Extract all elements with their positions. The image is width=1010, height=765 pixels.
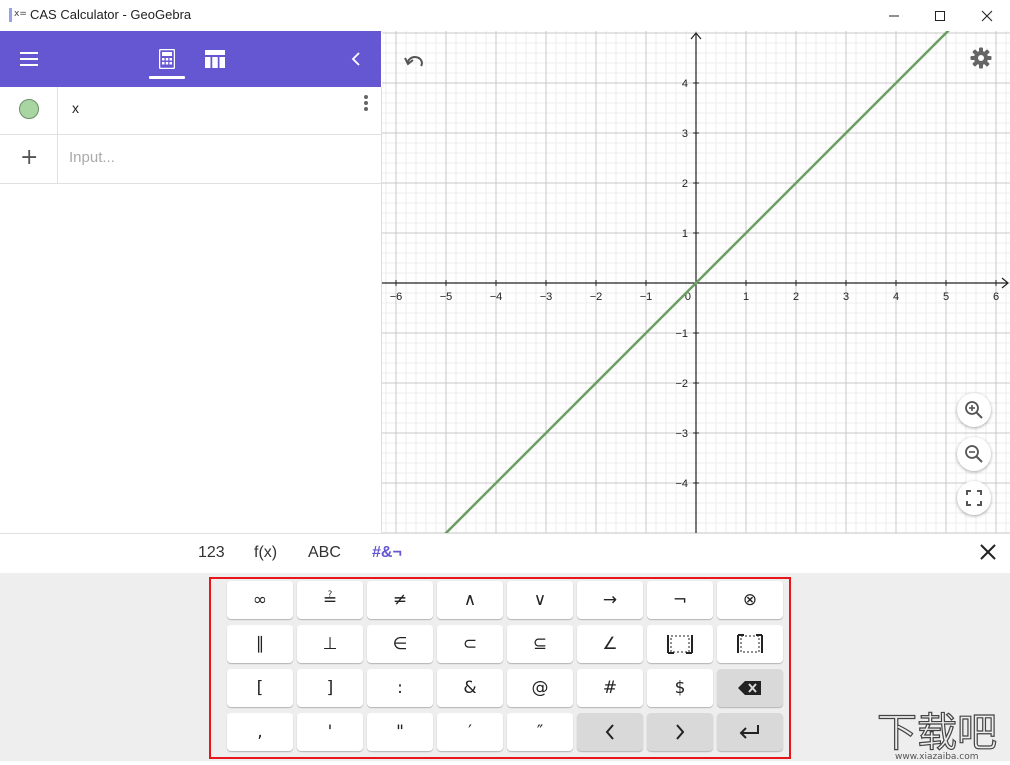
x-tick-label: 1 [743, 291, 749, 303]
keyboard-key[interactable]: " [367, 713, 433, 751]
chevron-left-icon[interactable] [351, 51, 361, 70]
keyboard-key[interactable]: : [367, 669, 433, 707]
input-field[interactable]: Input... [69, 149, 115, 166]
undo-icon[interactable] [397, 44, 431, 78]
y-tick-label: 3 [682, 128, 688, 140]
keyboard-key[interactable]: ⊥ [297, 625, 363, 663]
more-options-icon[interactable] [362, 93, 370, 113]
norm-bracket-key[interactable] [717, 625, 783, 663]
x-tick-label: 4 [893, 291, 899, 303]
tab-abc[interactable]: ABC [308, 544, 341, 562]
keyboard-key[interactable]: ′ [437, 713, 503, 751]
arrow-right-key[interactable] [647, 713, 713, 751]
calculator-icon[interactable] [158, 48, 176, 73]
keyboard-key[interactable]: ∈ [367, 625, 433, 663]
algebra-view: x + Input... [0, 87, 382, 533]
minimize-button[interactable] [871, 0, 917, 31]
window-title: CAS Calculator - GeoGebra [30, 7, 192, 22]
keyboard-key[interactable]: → [577, 581, 643, 619]
arrow-left-key[interactable] [577, 713, 643, 751]
x-tick-label: −6 [390, 291, 403, 303]
keyboard-key[interactable]: ∥ [227, 625, 293, 663]
zoom-out-icon[interactable] [957, 437, 991, 471]
keyboard-key[interactable]: @ [507, 669, 573, 707]
abs-bracket-key[interactable] [647, 625, 713, 663]
keyboard-key[interactable]: # [577, 669, 643, 707]
y-tick-label: 1 [682, 228, 688, 240]
x-tick-label: 2 [793, 291, 799, 303]
x-tick-label: −2 [590, 291, 603, 303]
x-tick-label: −5 [440, 291, 453, 303]
keyboard-key[interactable]: ⊗ [717, 581, 783, 619]
enter-key[interactable] [717, 713, 783, 751]
watermark-url: www.xiazaiba.com [895, 752, 979, 761]
keyboard-key[interactable]: ⊆ [507, 625, 573, 663]
graph-canvas[interactable]: −6 −5 −4 −3 −2 −1 0 1 2 3 4 5 64321−1−2−3−4 [382, 31, 1010, 533]
input-row[interactable]: + Input... [0, 135, 381, 184]
fullscreen-icon[interactable] [957, 481, 991, 515]
active-tab-indicator [149, 76, 185, 79]
x-tick-label: −4 [490, 291, 503, 303]
y-tick-label: −2 [675, 378, 688, 390]
close-window-button[interactable] [964, 0, 1010, 31]
x-tick-label: 3 [843, 291, 849, 303]
watermark-logo: 下载吧 www.xiazaiba.com [875, 700, 1010, 762]
x-tick-label: 5 [943, 291, 949, 303]
keyboard-key[interactable]: , [227, 713, 293, 751]
title-bar: x= CAS Calculator - GeoGebra [0, 0, 1010, 32]
zoom-in-icon[interactable] [957, 393, 991, 427]
watermark-logo-text: 下载吧 [877, 710, 997, 756]
keyboard-key[interactable]: ″ [507, 713, 573, 751]
keyboard-key[interactable]: ∠ [577, 625, 643, 663]
keyboard-key[interactable]: ¬ [647, 581, 713, 619]
keyboard-key[interactable]: ' [297, 713, 363, 751]
tab-symbols[interactable]: #&¬ [372, 544, 402, 562]
keyboard-key[interactable]: ≟ [297, 581, 363, 619]
keyboard-key[interactable]: ≠ [367, 581, 433, 619]
keyboard-key[interactable]: ∨ [507, 581, 573, 619]
tab-123[interactable]: 123 [198, 544, 225, 562]
visibility-toggle[interactable] [19, 99, 39, 119]
keyboard-key[interactable]: ∧ [437, 581, 503, 619]
virtual-keyboard: ∞ ≟ ≠ ∧ ∨ → ¬ ⊗ ∥ ⊥ ∈ ⊂ ⊆ ∠ []: & @ # $, ' " ′ ″ [0, 573, 1010, 761]
maximize-button[interactable] [917, 0, 963, 31]
keyboard-key[interactable]: ] [297, 669, 363, 707]
x-tick-label: −1 [640, 291, 653, 303]
keyboard-key[interactable]: $ [647, 669, 713, 707]
x-tick-label: 6 [993, 291, 999, 303]
keyboard-key[interactable]: ∞ [227, 581, 293, 619]
keyboard-key[interactable]: & [437, 669, 503, 707]
app-icon: x= [9, 8, 27, 22]
algebra-row[interactable]: x [0, 87, 381, 135]
y-tick-label: −3 [675, 428, 688, 440]
keyboard-key[interactable]: ⊂ [437, 625, 503, 663]
gear-icon[interactable] [964, 41, 998, 75]
menu-icon[interactable] [20, 51, 38, 70]
graphics-view[interactable]: −6 −5 −4 −3 −2 −1 0 1 2 3 4 5 6 4 3 2 1 −1 −2 −3 −4 [382, 31, 1010, 533]
keyboard-tabs: 123 f(x) ABC #&¬ [0, 533, 1010, 574]
table-icon[interactable] [205, 50, 225, 72]
y-tick-label: −1 [675, 328, 688, 340]
y-tick-label: 2 [682, 178, 688, 190]
plus-icon[interactable]: + [20, 145, 38, 170]
x-tick-label: −3 [540, 291, 553, 303]
expression-text[interactable]: x [72, 100, 79, 116]
backspace-key[interactable] [717, 669, 783, 707]
close-keyboard-icon[interactable] [979, 543, 999, 563]
y-tick-label: 4 [682, 78, 688, 90]
tab-functions[interactable]: f(x) [254, 544, 277, 562]
y-tick-label: −4 [675, 478, 688, 490]
keyboard-key[interactable]: [ [227, 669, 293, 707]
algebra-toolbar [0, 31, 381, 87]
